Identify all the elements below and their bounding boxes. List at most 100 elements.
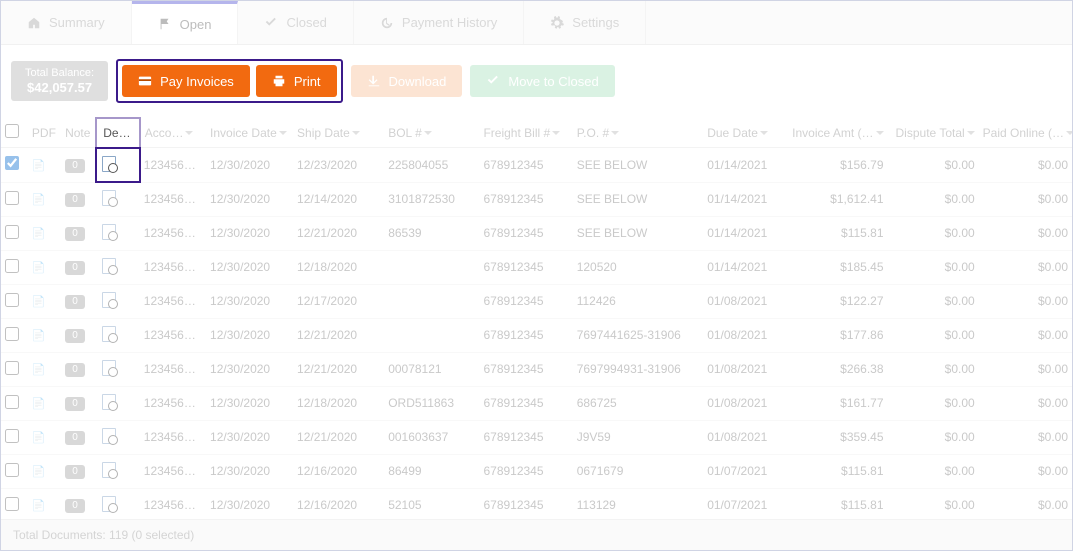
row-checkbox[interactable] [5, 293, 19, 307]
tab-open[interactable]: Open [132, 1, 239, 44]
cell-invoice-amt: $185.45 [788, 250, 887, 284]
tab-closed[interactable]: Closed [238, 1, 353, 44]
row-checkbox[interactable] [5, 497, 19, 511]
gear-icon [550, 16, 564, 30]
pdf-icon[interactable]: 📄 [32, 330, 46, 342]
details-icon [100, 223, 118, 241]
col-bol[interactable]: BOL # [384, 118, 479, 148]
col-ship-date[interactable]: Ship Date [293, 118, 384, 148]
pdf-icon[interactable]: 📄 [32, 262, 46, 274]
cell-dispute-total: $0.00 [888, 216, 979, 250]
highlighted-action-group: Pay Invoices Print [116, 59, 342, 103]
row-checkbox[interactable] [5, 463, 19, 477]
row-checkbox[interactable] [5, 191, 19, 205]
row-checkbox[interactable] [5, 225, 19, 239]
col-paid-online[interactable]: Paid Online (… [979, 118, 1072, 148]
note-badge[interactable]: 0 [65, 193, 85, 207]
note-badge[interactable]: 0 [65, 227, 85, 241]
cell-bol [384, 250, 479, 284]
table-row[interactable]: 📄012345678912/30/202012/16/2020864996789… [1, 454, 1072, 488]
cell-freight-bill: 678912345 [479, 148, 572, 183]
details-cell[interactable] [96, 318, 140, 352]
col-pdf[interactable]: PDF [28, 118, 61, 148]
cell-invoice-date: 12/30/2020 [206, 148, 293, 183]
cell-freight-bill: 678912345 [479, 386, 572, 420]
button-label: Download [389, 74, 447, 89]
details-cell[interactable] [96, 250, 140, 284]
details-cell[interactable] [96, 284, 140, 318]
row-checkbox[interactable] [5, 156, 19, 170]
pay-invoices-button[interactable]: Pay Invoices [122, 65, 250, 97]
pdf-icon[interactable]: 📄 [32, 364, 46, 376]
details-cell[interactable] [96, 352, 140, 386]
cell-account: 123456789 [140, 148, 206, 183]
note-badge[interactable]: 0 [65, 397, 85, 411]
move-to-closed-button[interactable]: Move to Closed [470, 65, 614, 97]
table-row[interactable]: 📄012345678912/30/202012/17/2020678912345… [1, 284, 1072, 318]
footer-text: Total Documents: 119 (0 selected) [13, 528, 194, 542]
note-badge[interactable]: 0 [65, 363, 85, 377]
note-badge[interactable]: 0 [65, 159, 85, 173]
col-note[interactable]: Note [61, 118, 96, 148]
tab-payment-history[interactable]: Payment History [354, 1, 524, 44]
col-po[interactable]: P.O. # [573, 118, 704, 148]
cell-invoice-date: 12/30/2020 [206, 420, 293, 454]
col-invoice-date[interactable]: Invoice Date [206, 118, 293, 148]
table-row[interactable]: 📄012345678912/30/202012/21/2020000781216… [1, 352, 1072, 386]
note-badge[interactable]: 0 [65, 431, 85, 445]
pdf-icon[interactable]: 📄 [32, 432, 46, 444]
col-select-all[interactable] [1, 118, 28, 148]
col-account[interactable]: Acco… [140, 118, 206, 148]
table-row[interactable]: 📄012345678912/30/202012/21/2020001603637… [1, 420, 1072, 454]
table-row[interactable]: 📄012345678912/30/202012/14/2020310187253… [1, 182, 1072, 216]
col-details[interactable]: Details [96, 118, 140, 148]
col-dispute-total[interactable]: Dispute Total [888, 118, 979, 148]
grid-footer: Total Documents: 119 (0 selected) [1, 519, 1072, 550]
print-button[interactable]: Print [256, 65, 337, 97]
details-cell[interactable] [96, 148, 140, 183]
pdf-icon[interactable]: 📄 [32, 194, 46, 206]
pdf-icon[interactable]: 📄 [32, 160, 46, 172]
details-cell[interactable] [96, 454, 140, 488]
details-cell[interactable] [96, 386, 140, 420]
details-cell[interactable] [96, 420, 140, 454]
cell-dispute-total: $0.00 [888, 318, 979, 352]
row-checkbox[interactable] [5, 259, 19, 273]
table-row[interactable]: 📄012345678912/30/202012/21/2020865396789… [1, 216, 1072, 250]
pdf-icon[interactable]: 📄 [32, 466, 46, 478]
cell-paid-online: $0.00 [979, 386, 1072, 420]
table-row[interactable]: 📄012345678912/30/202012/21/2020678912345… [1, 318, 1072, 352]
details-cell[interactable] [96, 216, 140, 250]
table-row[interactable]: 📄012345678912/30/202012/18/2020ORD511863… [1, 386, 1072, 420]
row-checkbox[interactable] [5, 361, 19, 375]
tab-settings[interactable]: Settings [524, 1, 646, 44]
table-row[interactable]: 📄012345678912/30/202012/23/2020225804055… [1, 148, 1072, 183]
pdf-icon[interactable]: 📄 [32, 228, 46, 240]
cell-due-date: 01/14/2021 [703, 250, 788, 284]
row-checkbox[interactable] [5, 327, 19, 341]
pdf-icon[interactable]: 📄 [32, 398, 46, 410]
note-badge[interactable]: 0 [65, 499, 85, 513]
table-row[interactable]: 📄012345678912/30/202012/16/2020521056789… [1, 488, 1072, 522]
row-checkbox[interactable] [5, 429, 19, 443]
pdf-icon[interactable]: 📄 [32, 500, 46, 512]
table-row[interactable]: 📄012345678912/30/202012/18/2020678912345… [1, 250, 1072, 284]
note-badge[interactable]: 0 [65, 295, 85, 309]
note-badge[interactable]: 0 [65, 465, 85, 479]
details-cell[interactable] [96, 488, 140, 522]
row-checkbox[interactable] [5, 395, 19, 409]
note-badge[interactable]: 0 [65, 261, 85, 275]
col-invoice-amt[interactable]: Invoice Amt (… [788, 118, 887, 148]
col-due-date[interactable]: Due Date [703, 118, 788, 148]
tab-summary[interactable]: Summary [1, 1, 132, 44]
cell-due-date: 01/07/2021 [703, 454, 788, 488]
col-freight-bill[interactable]: Freight Bill # [479, 118, 572, 148]
caret-down-icon [611, 129, 619, 137]
select-all-checkbox[interactable] [5, 124, 19, 138]
note-badge[interactable]: 0 [65, 329, 85, 343]
download-button[interactable]: Download [351, 65, 463, 97]
pdf-icon[interactable]: 📄 [32, 296, 46, 308]
details-cell[interactable] [96, 182, 140, 216]
cell-account: 123456789 [140, 284, 206, 318]
cell-invoice-amt: $177.86 [788, 318, 887, 352]
